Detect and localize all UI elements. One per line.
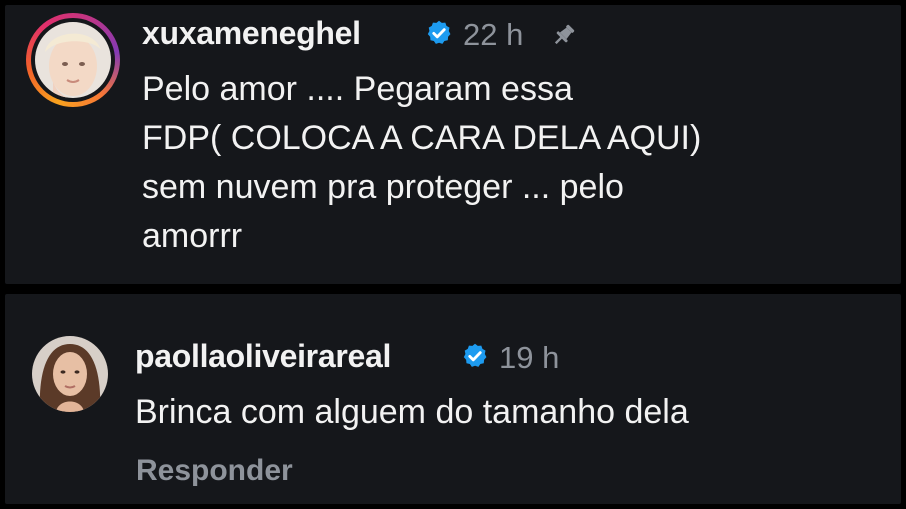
- comment-item: xuxameneghel 22 h Pelo amor .... Pegaram…: [5, 5, 901, 284]
- comment-text: Pelo amor .... Pegaram essa FDP( COLOCA …: [142, 70, 702, 255]
- avatar-story-ring[interactable]: [26, 13, 120, 107]
- comment-item: paollaoliveirareal 19 h Brinca com algue…: [5, 294, 901, 504]
- username[interactable]: paollaoliveirareal: [135, 338, 391, 375]
- verified-badge-icon: [463, 343, 487, 367]
- comment-text: Brinca com alguem do tamanho dela: [135, 393, 689, 431]
- pin-icon: [554, 24, 575, 45]
- avatar[interactable]: [32, 336, 108, 412]
- timestamp: 19 h: [499, 340, 560, 375]
- username[interactable]: xuxameneghel: [142, 15, 361, 52]
- reply-button[interactable]: Responder: [136, 454, 293, 488]
- timestamp: 22 h: [463, 17, 524, 52]
- verified-badge-icon: [427, 20, 451, 44]
- avatar[interactable]: [35, 22, 111, 98]
